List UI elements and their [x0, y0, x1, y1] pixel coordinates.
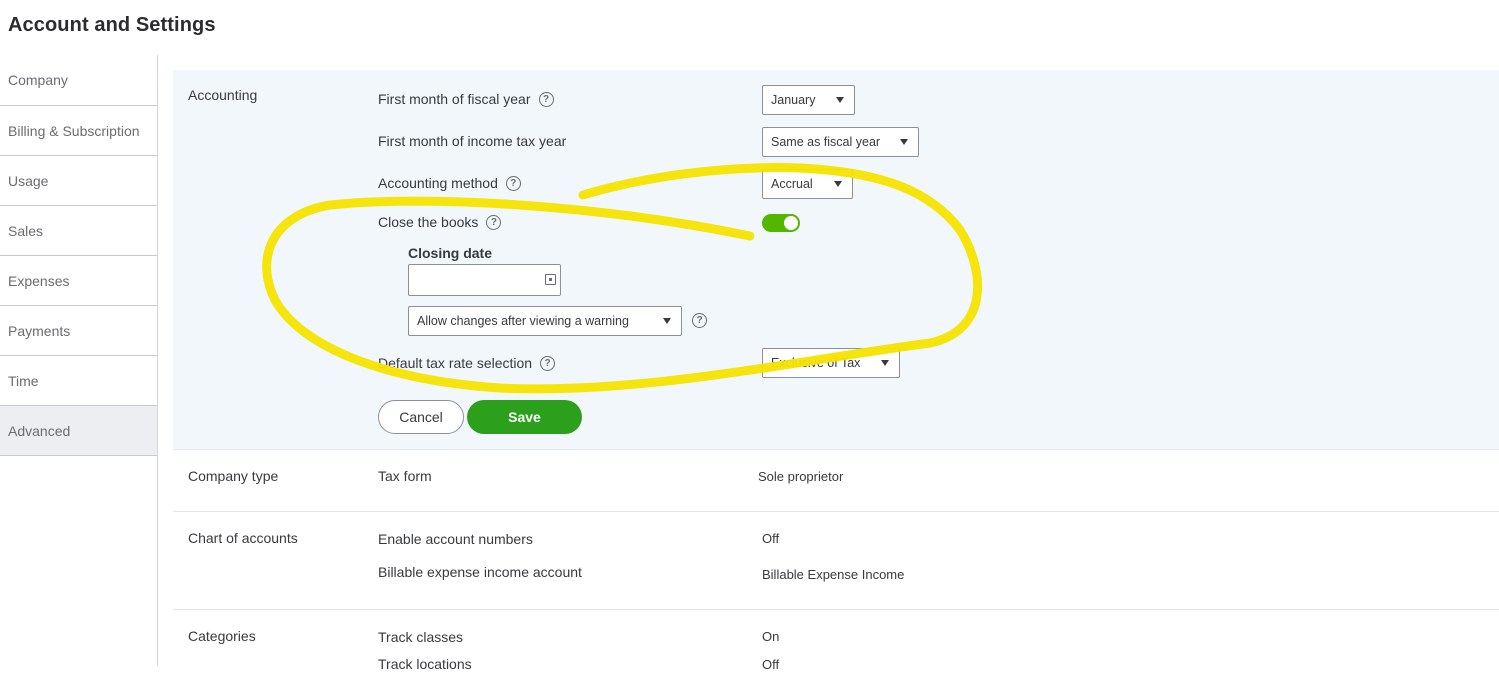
help-circle-icon[interactable]: ? — [540, 355, 556, 371]
close-books-label: Close the books ? — [378, 214, 502, 230]
income-tax-year-select[interactable]: Same as fiscal year — [762, 127, 919, 157]
accounting-method-label-text: Accounting method — [378, 175, 498, 191]
track-classes-label: Track classes — [378, 629, 464, 645]
section-title-company-type: Company type — [188, 468, 279, 484]
help-circle-icon[interactable]: ? — [486, 214, 502, 230]
sidebar-item-billing[interactable]: Billing & Subscription — [0, 106, 157, 156]
sidebar-item-payments[interactable]: Payments — [0, 306, 157, 356]
track-classes-value: On — [762, 629, 780, 644]
section-title-categories: Categories — [188, 628, 256, 644]
caret-down-icon — [836, 97, 844, 103]
sidebar-item-expenses[interactable]: Expenses — [0, 256, 157, 306]
accounting-method-select[interactable]: Accrual — [762, 169, 853, 199]
sidebar-item-label: Payments — [8, 322, 71, 339]
tax-form-label: Tax form — [378, 468, 432, 484]
save-button[interactable]: Save — [467, 400, 582, 434]
track-locations-value: Off — [762, 657, 780, 672]
default-tax-rate-value: Exclusive of Tax — [771, 356, 861, 370]
categories-section[interactable]: Categories Track classes On Track locati… — [173, 610, 1499, 690]
default-tax-rate-label-text: Default tax rate selection — [378, 355, 533, 371]
sidebar-item-label: Billing & Subscription — [8, 122, 140, 139]
fiscal-year-label-text: First month of fiscal year — [378, 91, 531, 107]
accounting-method-value: Accrual — [771, 177, 813, 191]
help-circle-icon[interactable]: ? — [505, 175, 521, 191]
accounting-section: Accounting First month of fiscal year ? … — [173, 70, 1499, 450]
account-numbers-label: Enable account numbers — [378, 531, 533, 547]
settings-sidebar: Company Billing & Subscription Usage Sal… — [0, 55, 158, 666]
closing-date-input[interactable] — [408, 264, 561, 296]
sidebar-item-label: Company — [8, 72, 68, 88]
billable-expense-value: Billable Expense Income — [762, 567, 905, 582]
toggle-knob — [784, 216, 798, 230]
page-title: Account and Settings — [8, 14, 216, 36]
closing-option-select[interactable]: Allow changes after viewing a warning — [408, 306, 682, 336]
caret-down-icon — [663, 318, 671, 324]
fiscal-year-label: First month of fiscal year ? — [378, 91, 554, 107]
tax-form-value: Sole proprietor — [758, 469, 844, 484]
accounting-method-label: Accounting method ? — [378, 175, 521, 191]
close-books-toggle[interactable] — [762, 214, 800, 232]
section-title-accounting: Accounting — [188, 87, 258, 103]
settings-main: Accounting First month of fiscal year ? … — [173, 70, 1499, 690]
sidebar-item-company[interactable]: Company — [0, 55, 157, 106]
sidebar-item-sales[interactable]: Sales — [0, 206, 157, 256]
help-circle-icon[interactable]: ? — [692, 313, 707, 328]
fiscal-year-value: January — [771, 93, 816, 107]
cancel-button[interactable]: Cancel — [378, 400, 464, 434]
billable-expense-label: Billable expense income account — [378, 564, 582, 580]
close-books-label-text: Close the books — [378, 214, 479, 230]
sidebar-item-advanced[interactable]: Advanced — [0, 406, 157, 456]
chart-of-accounts-section[interactable]: Chart of accounts Enable account numbers… — [173, 512, 1499, 610]
income-tax-year-label: First month of income tax year — [378, 133, 567, 149]
closing-date-label: Closing date — [408, 245, 493, 261]
caret-down-icon — [900, 139, 908, 145]
income-tax-year-value: Same as fiscal year — [771, 135, 881, 149]
fiscal-year-select[interactable]: January — [762, 85, 855, 115]
sidebar-item-label: Expenses — [8, 272, 70, 289]
caret-down-icon — [881, 360, 889, 366]
calendar-icon[interactable] — [545, 274, 556, 285]
default-tax-rate-label: Default tax rate selection ? — [378, 355, 556, 371]
sidebar-item-label: Usage — [8, 172, 49, 189]
sidebar-item-time[interactable]: Time — [0, 356, 157, 406]
help-circle-icon[interactable]: ? — [538, 91, 554, 107]
default-tax-rate-select[interactable]: Exclusive of Tax — [762, 348, 900, 378]
section-title-chart-of-accounts: Chart of accounts — [188, 530, 298, 546]
company-type-section[interactable]: Company type Tax form Sole proprietor — [173, 450, 1499, 512]
sidebar-item-label: Sales — [8, 222, 44, 239]
sidebar-item-label: Advanced — [8, 422, 71, 439]
caret-down-icon — [834, 181, 842, 187]
closing-option-value: Allow changes after viewing a warning — [417, 314, 629, 328]
sidebar-item-usage[interactable]: Usage — [0, 156, 157, 206]
account-numbers-value: Off — [762, 531, 780, 546]
track-locations-label: Track locations — [378, 656, 472, 672]
sidebar-item-label: Time — [8, 372, 39, 389]
